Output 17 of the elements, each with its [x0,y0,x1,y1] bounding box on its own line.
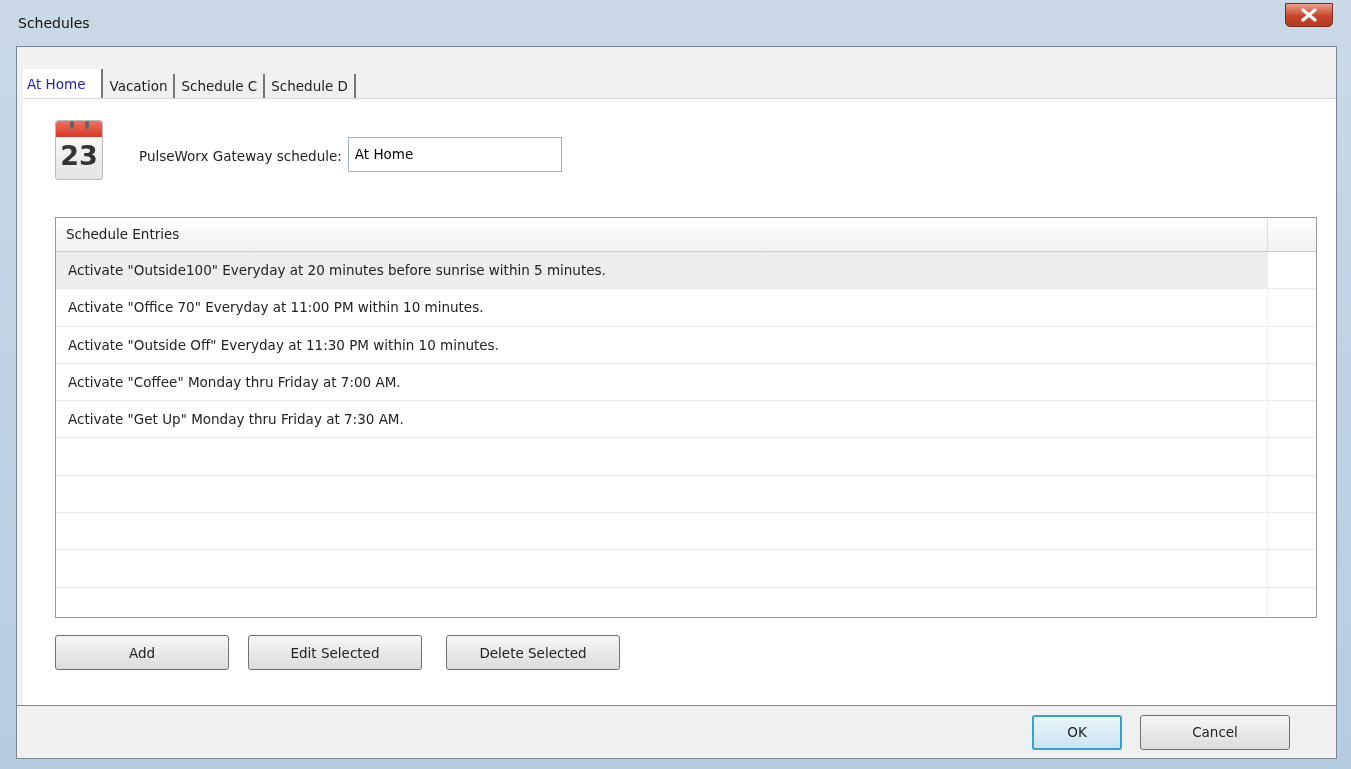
table-row[interactable]: Activate "Outside Off" Everyday at 11:30 PM within 10 minutes. [56,326,1267,363]
table-row[interactable]: Activate "Get Up" Monday thru Friday at 7:30 AM. [56,401,1267,438]
dialog-button[interactable]: OK [1032,714,1122,750]
tab[interactable]: At Home [23,69,104,98]
close-button[interactable] [1285,3,1333,27]
table-row[interactable]: Activate "Coffee" Monday thru Friday at 7:00 AM. [56,363,1267,401]
action-button[interactable]: Delete Selected [446,635,620,670]
calendar-icon: 23 [55,120,103,180]
dialog-button[interactable]: Cancel [1140,714,1290,750]
close-icon [1300,8,1318,22]
action-button[interactable]: Add [55,635,229,670]
table-row[interactable]: Activate "Office 70" Everyday at 11:00 PM within 10 minutes. [56,289,1267,326]
field-label: PulseWorx Gateway schedule: [139,148,342,164]
action-button[interactable]: Edit Selected [248,635,422,670]
table-row[interactable]: Activate "Outside100" Everyday at 20 minutes before sunrise within 5 minutes. [56,252,1267,289]
schedule-name-field[interactable]: At Home [347,136,562,172]
window-title: Schedules [18,15,90,31]
